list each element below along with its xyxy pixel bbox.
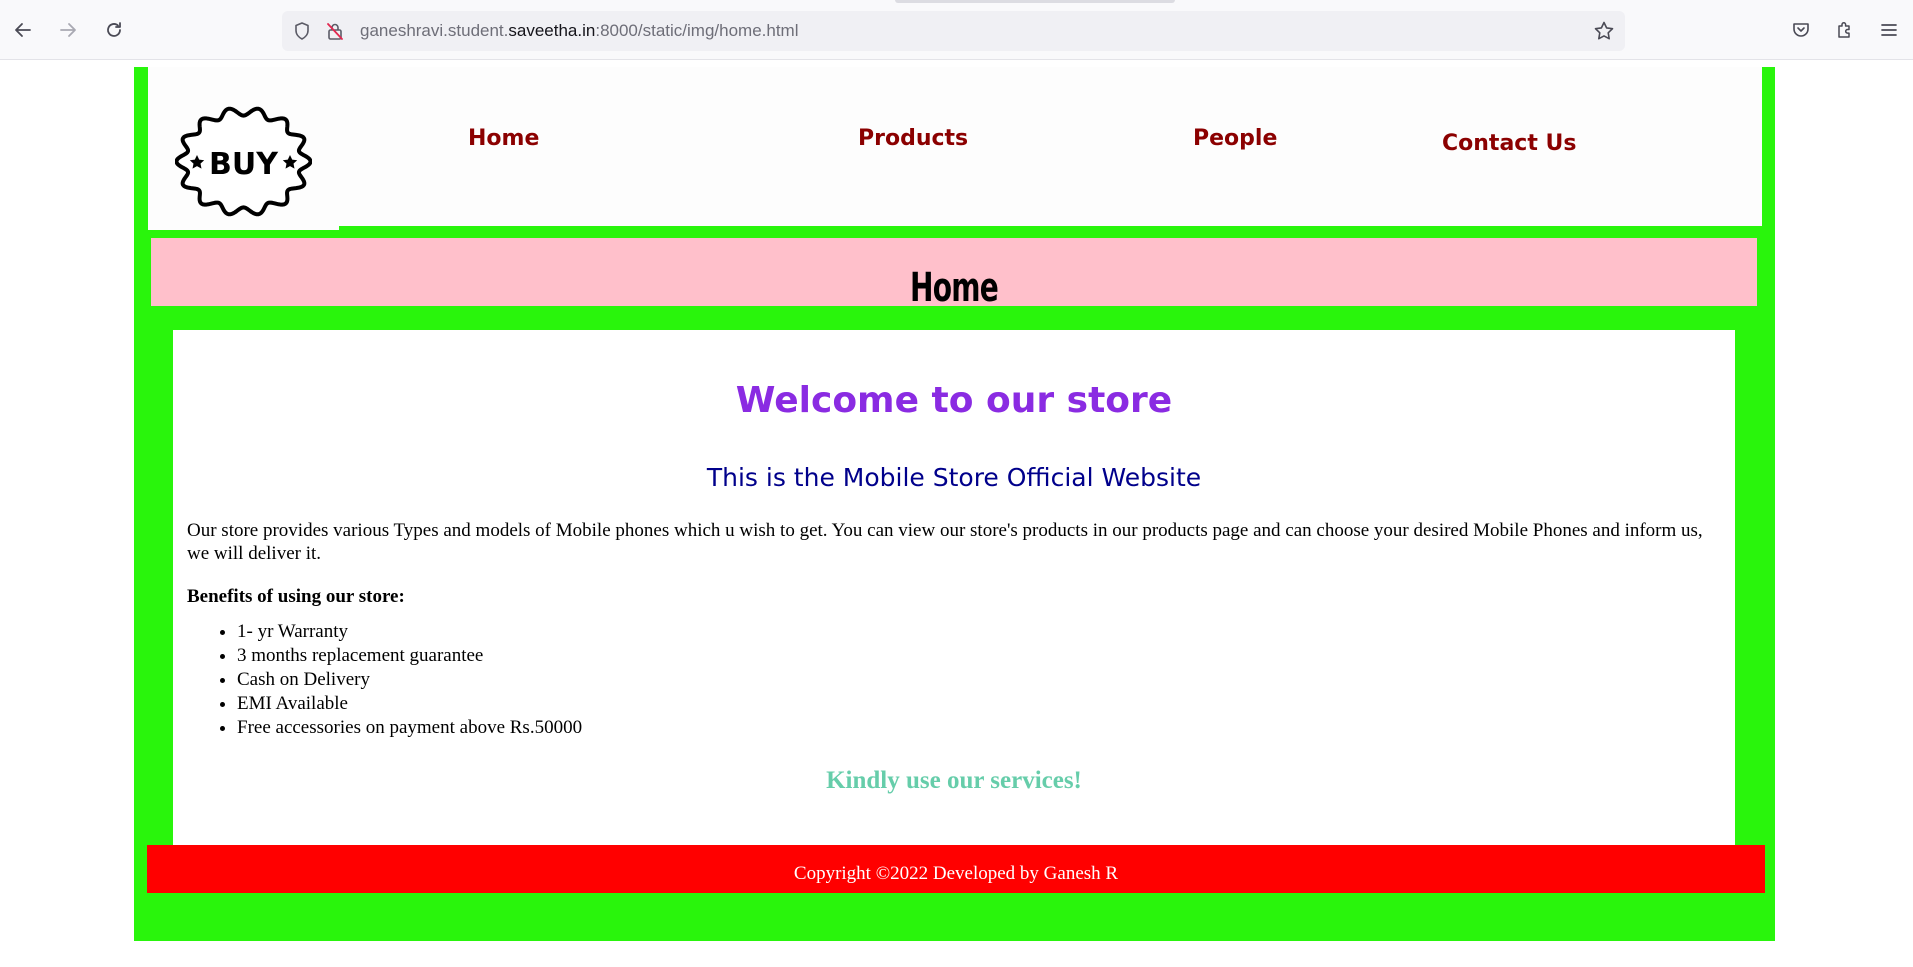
list-item: Cash on Delivery: [237, 668, 582, 692]
subtitle-heading: This is the Mobile Store Official Websit…: [706, 463, 1202, 492]
site-footer: Copyright ©2022 Developed by Ganesh R: [147, 845, 1765, 893]
pocket-button[interactable]: [1783, 12, 1819, 48]
hamburger-menu-icon: [1881, 24, 1897, 36]
reload-icon: [107, 22, 121, 37]
insecure-lock-icon[interactable]: [325, 21, 345, 41]
nav-link-people[interactable]: People: [1193, 126, 1277, 151]
url-domain: saveetha.in: [508, 21, 596, 40]
forward-button[interactable]: [50, 12, 86, 48]
copyright-text: Copyright ©2022 Developed by Ganesh R: [793, 863, 1119, 884]
url-suffix: :8000/static/img/home.html: [595, 21, 799, 40]
url-prefix: ganeshravi.student.: [360, 21, 509, 40]
nav-link-products[interactable]: Products: [858, 126, 968, 151]
list-item: 3 months replacement guarantee: [237, 644, 582, 668]
arrow-right-icon: [60, 23, 76, 37]
shield-icon[interactable]: [292, 21, 312, 41]
puzzle-icon: [1838, 21, 1850, 38]
logo-text: BUY: [209, 147, 279, 182]
benefits-list: 1- yr Warranty 3 months replacement guar…: [187, 620, 582, 740]
page-banner: Home: [151, 238, 1757, 311]
address-bar[interactable]: ganeshravi.student.saveetha.in:8000/stat…: [282, 11, 1625, 51]
menu-button[interactable]: [1871, 12, 1907, 48]
browser-toolbar: ganeshravi.student.saveetha.in:8000/stat…: [0, 0, 1913, 60]
banner-title: Home: [910, 265, 999, 311]
main-content: Welcome to our store This is the Mobile …: [173, 330, 1735, 845]
bookmark-star-icon[interactable]: [1593, 20, 1615, 42]
tab-strip-edge: [895, 0, 1175, 3]
buy-badge-logo: BUY: [175, 106, 312, 217]
back-button[interactable]: [5, 12, 41, 48]
extensions-button[interactable]: [1827, 12, 1863, 48]
url-text[interactable]: ganeshravi.student.saveetha.in:8000/stat…: [360, 21, 799, 41]
closing-message: Kindly use our services!: [826, 767, 1082, 794]
reload-button[interactable]: [96, 12, 132, 48]
intro-paragraph: Our store provides various Types and mod…: [187, 520, 1703, 564]
arrow-left-icon: [15, 23, 31, 37]
pocket-icon: [1793, 23, 1809, 37]
nav-link-contact-us[interactable]: Contact Us: [1442, 131, 1576, 156]
benefits-heading: Benefits of using our store:: [187, 586, 405, 607]
welcome-heading: Welcome to our store: [735, 380, 1173, 421]
list-item: EMI Available: [237, 692, 582, 716]
nav-link-home[interactable]: Home: [468, 126, 539, 151]
list-item: 1- yr Warranty: [237, 620, 582, 644]
list-item: Free accessories on payment above Rs.500…: [237, 716, 582, 740]
